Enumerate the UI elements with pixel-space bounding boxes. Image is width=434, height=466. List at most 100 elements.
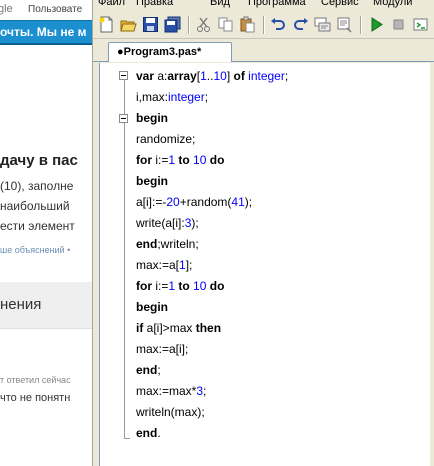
code-line[interactable]: end;writeln;	[136, 234, 199, 254]
new-file-icon[interactable]	[98, 16, 115, 33]
menu-bar: Файл Правка Вид Программа Сервис Модули	[93, 0, 434, 10]
save-all-icon[interactable]	[164, 16, 181, 33]
code-keyword: for	[136, 153, 152, 167]
code-token: ;writeln;	[157, 237, 199, 251]
menu-edit[interactable]: Правка	[136, 0, 173, 8]
answers-section-title: нения	[0, 296, 42, 313]
code-keyword: to	[178, 279, 190, 293]
code-line[interactable]: randomize;	[136, 129, 195, 149]
code-token: i,max:	[136, 90, 169, 104]
code-line[interactable]: write(a[i]:3);	[136, 213, 199, 233]
tab-label: ●Program3.pas*	[117, 46, 202, 58]
code-type: integer	[168, 90, 205, 104]
menu-file[interactable]: Файл	[98, 0, 125, 8]
code-token: ;	[203, 384, 207, 398]
toolbar-separator	[360, 16, 362, 34]
code-keyword: to	[178, 153, 190, 167]
code-number: 1	[200, 69, 207, 83]
google-bar: gle Пользовате	[0, 0, 100, 20]
code-keyword: end	[136, 363, 158, 377]
format-icon[interactable]	[314, 16, 331, 33]
save-icon[interactable]	[142, 16, 159, 33]
code-token: i:=	[152, 279, 169, 293]
answer-text: что не понятн	[0, 392, 71, 404]
paste-icon[interactable]	[239, 16, 256, 33]
fold-guide	[124, 75, 125, 439]
collapse-begin-icon[interactable]	[119, 114, 128, 123]
code-keyword: end	[136, 237, 158, 251]
collapse-var-icon[interactable]	[119, 71, 128, 80]
code-token: a:	[157, 69, 168, 83]
code-line[interactable]: for i:=1 to 10 do	[136, 150, 224, 170]
code-number: 20	[166, 195, 180, 209]
code-token: ];	[185, 258, 193, 272]
code-line[interactable]: max:=max*3;	[136, 381, 206, 401]
menu-service[interactable]: Сервис	[321, 0, 359, 8]
compile-icon[interactable]	[412, 16, 429, 33]
answer-meta: т ответил сейчас	[0, 375, 71, 385]
code-token: .	[157, 426, 161, 440]
code-line[interactable]: begin	[136, 108, 168, 128]
code-keyword: for	[136, 279, 152, 293]
code-line[interactable]: writeln(max);	[136, 402, 205, 422]
code-token: +random(	[179, 195, 232, 209]
code-token: ;	[284, 69, 289, 83]
open-folder-icon[interactable]	[120, 16, 137, 33]
code-token: ;	[157, 363, 161, 377]
code-line[interactable]: for i:=1 to 10 do	[136, 276, 224, 296]
question-text-line: наибольший	[0, 199, 70, 213]
code-token: ;	[204, 90, 209, 104]
google-logo[interactable]: gle	[0, 3, 13, 15]
code-keyword: of	[233, 69, 245, 83]
code-token: randomize;	[136, 132, 196, 146]
browser-page: gle Пользовате очты. Мы не м дачу в пас …	[0, 0, 100, 466]
code-line[interactable]: var a:array[1..10] of integer;	[136, 66, 288, 86]
format-icon-2[interactable]	[336, 16, 353, 33]
code-line[interactable]: begin	[136, 297, 168, 317]
code-token: max:=a[i];	[136, 342, 189, 356]
toolbar-separator	[188, 16, 190, 34]
code-line[interactable]: i,max:integer;	[136, 87, 208, 107]
code-number: 10	[193, 279, 207, 293]
notification-banner: очты. Мы не м	[0, 20, 100, 45]
code-keyword: end	[136, 426, 158, 440]
menu-program[interactable]: Программа	[248, 0, 306, 8]
code-keyword: begin	[136, 111, 168, 125]
code-keyword: var	[136, 69, 158, 83]
redo-icon[interactable]	[292, 16, 309, 33]
code-keyword: do	[209, 153, 225, 167]
editor-tabs: ●Program3.pas*	[93, 39, 434, 62]
code-number: 10	[193, 153, 207, 167]
code-line[interactable]: begin	[136, 171, 168, 191]
tab-program3[interactable]: ●Program3.pas*	[108, 42, 232, 62]
code-editor[interactable]: var a:array[1..10] of integer; i,max:inte…	[99, 63, 430, 466]
code-line[interactable]: a[i]:=-20+random(41);	[136, 192, 252, 212]
code-keyword: begin	[136, 174, 168, 188]
code-line[interactable]: max:=a[1];	[136, 255, 192, 275]
code-line[interactable]: end;	[136, 360, 161, 380]
code-number: 41	[231, 195, 245, 209]
question-heading: дачу в пас	[0, 152, 78, 169]
undo-icon[interactable]	[270, 16, 287, 33]
code-token: );	[244, 195, 253, 209]
code-token: a[i]:=-	[136, 195, 167, 209]
user-menu[interactable]: Пользовате	[28, 4, 82, 15]
code-line[interactable]: max:=a[i];	[136, 339, 188, 359]
menu-modules[interactable]: Модули	[373, 0, 412, 8]
code-keyword: do	[209, 279, 225, 293]
cut-icon[interactable]	[195, 16, 212, 33]
copy-icon[interactable]	[217, 16, 234, 33]
run-icon[interactable]	[368, 16, 385, 33]
stop-icon[interactable]	[390, 16, 407, 33]
pascal-ide-window: Файл Правка Вид Программа Сервис Модули	[92, 0, 434, 466]
code-line[interactable]: end.	[136, 423, 161, 443]
code-keyword: then	[195, 321, 222, 335]
more-explanations-link[interactable]: ше объяснений •	[0, 245, 70, 255]
code-line[interactable]: if a[i]>max then	[136, 318, 221, 338]
code-token: writeln(max);	[136, 405, 205, 419]
code-token: i:=	[152, 153, 169, 167]
question-text-line: ести элемент	[0, 219, 75, 233]
fold-end-mark	[124, 438, 130, 439]
menu-view[interactable]: Вид	[210, 0, 230, 8]
code-token: max:=max*	[136, 384, 197, 398]
